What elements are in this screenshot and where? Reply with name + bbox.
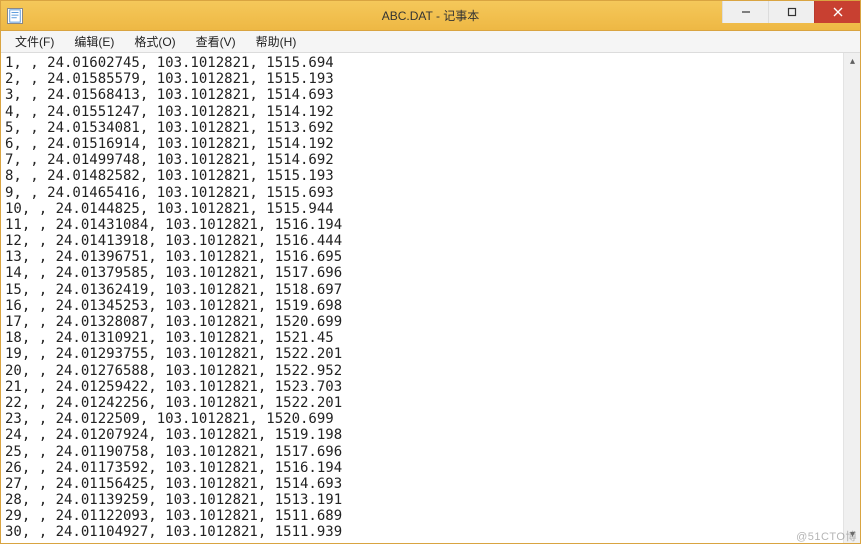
text-line: 7, , 24.01499748, 103.1012821, 1514.692: [5, 152, 856, 168]
text-line: 11, , 24.01431084, 103.1012821, 1516.194: [5, 217, 856, 233]
scroll-up-arrow[interactable]: ▴: [844, 53, 860, 70]
titlebar[interactable]: ABC.DAT - 记事本: [1, 1, 860, 31]
text-line: 25, , 24.01190758, 103.1012821, 1517.696: [5, 444, 856, 460]
text-line: 4, , 24.01551247, 103.1012821, 1514.192: [5, 104, 856, 120]
menu-help[interactable]: 帮助(H): [246, 31, 307, 52]
text-line: 13, , 24.01396751, 103.1012821, 1516.695: [5, 249, 856, 265]
text-line: 18, , 24.01310921, 103.1012821, 1521.45: [5, 330, 856, 346]
text-line: 23, , 24.0122509, 103.1012821, 1520.699: [5, 411, 856, 427]
text-line: 9, , 24.01465416, 103.1012821, 1515.693: [5, 185, 856, 201]
menu-view[interactable]: 查看(V): [186, 31, 246, 52]
text-line: 24, , 24.01207924, 103.1012821, 1519.198: [5, 427, 856, 443]
text-line: 1, , 24.01602745, 103.1012821, 1515.694: [5, 55, 856, 71]
text-line: 20, , 24.01276588, 103.1012821, 1522.952: [5, 363, 856, 379]
text-line: 3, , 24.01568413, 103.1012821, 1514.693: [5, 87, 856, 103]
window-controls: [722, 1, 860, 23]
menubar: 文件(F) 编辑(E) 格式(O) 查看(V) 帮助(H): [1, 31, 860, 53]
maximize-button[interactable]: [768, 1, 814, 23]
text-line: 5, , 24.01534081, 103.1012821, 1513.692: [5, 120, 856, 136]
text-content[interactable]: 1, , 24.01602745, 103.1012821, 1515.6942…: [1, 53, 860, 543]
window-title: ABC.DAT - 记事本: [382, 1, 480, 31]
text-line: 30, , 24.01104927, 103.1012821, 1511.939: [5, 524, 856, 540]
close-button[interactable]: [814, 1, 860, 23]
text-line: 21, , 24.01259422, 103.1012821, 1523.703: [5, 379, 856, 395]
editor-area[interactable]: 1, , 24.01602745, 103.1012821, 1515.6942…: [1, 53, 860, 543]
text-line: 19, , 24.01293755, 103.1012821, 1522.201: [5, 346, 856, 362]
text-line: 28, , 24.01139259, 103.1012821, 1513.191: [5, 492, 856, 508]
text-line: 29, , 24.01122093, 103.1012821, 1511.689: [5, 508, 856, 524]
titlebar-left: [1, 8, 29, 24]
menu-edit[interactable]: 编辑(E): [64, 31, 124, 52]
menu-file[interactable]: 文件(F): [5, 31, 64, 52]
notepad-icon: [7, 8, 23, 24]
text-line: 17, , 24.01328087, 103.1012821, 1520.699: [5, 314, 856, 330]
text-line: 6, , 24.01516914, 103.1012821, 1514.192: [5, 136, 856, 152]
app-window: ABC.DAT - 记事本 文件(F) 编辑(E) 格式(O) 查看(V) 帮助…: [0, 0, 861, 544]
text-line: 12, , 24.01413918, 103.1012821, 1516.444: [5, 233, 856, 249]
text-line: 22, , 24.01242256, 103.1012821, 1522.201: [5, 395, 856, 411]
text-line: 2, , 24.01585579, 103.1012821, 1515.193: [5, 71, 856, 87]
text-line: 26, , 24.01173592, 103.1012821, 1516.194: [5, 460, 856, 476]
scroll-down-arrow[interactable]: ▾: [844, 526, 860, 543]
text-line: 10, , 24.0144825, 103.1012821, 1515.944: [5, 201, 856, 217]
text-line: 27, , 24.01156425, 103.1012821, 1514.693: [5, 476, 856, 492]
text-line: 16, , 24.01345253, 103.1012821, 1519.698: [5, 298, 856, 314]
text-line: 8, , 24.01482582, 103.1012821, 1515.193: [5, 168, 856, 184]
vertical-scrollbar[interactable]: ▴ ▾: [843, 53, 860, 543]
menu-format[interactable]: 格式(O): [124, 31, 185, 52]
minimize-button[interactable]: [722, 1, 768, 23]
text-line: 15, , 24.01362419, 103.1012821, 1518.697: [5, 282, 856, 298]
text-line: 14, , 24.01379585, 103.1012821, 1517.696: [5, 265, 856, 281]
